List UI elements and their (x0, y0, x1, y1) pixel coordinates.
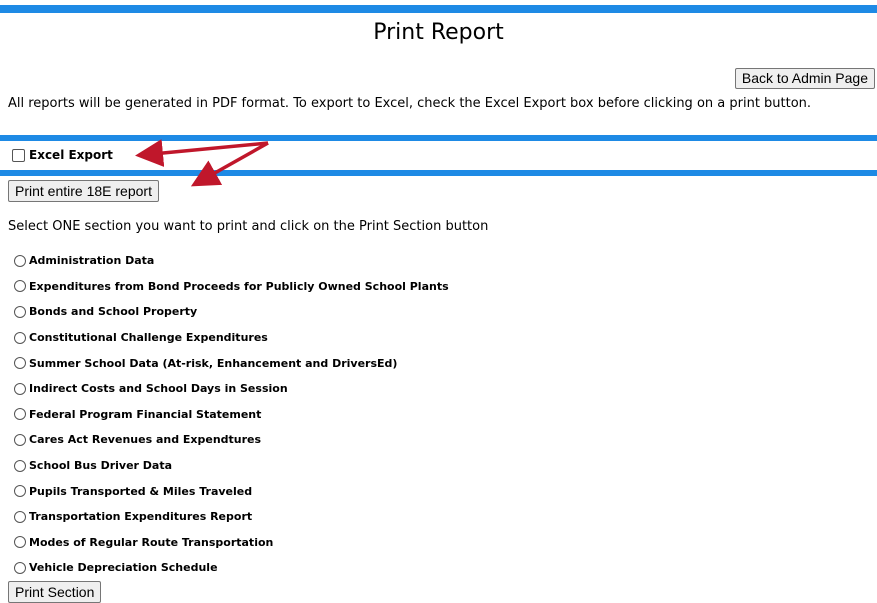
section-label: School Bus Driver Data (29, 459, 173, 473)
radio-button[interactable] (14, 536, 26, 549)
section-radio-item[interactable]: Expenditures from Bond Proceeds for Publ… (14, 274, 449, 300)
page-title: Print Report (373, 20, 504, 45)
section-label: Summer School Data (At-risk, Enhancement… (29, 356, 398, 370)
radio-button[interactable] (14, 357, 26, 370)
section-radio-item[interactable]: Bonds and School Property (14, 299, 449, 325)
radio-button[interactable] (14, 433, 26, 446)
section-radio-item[interactable]: Summer School Data (At-risk, Enhancement… (14, 350, 449, 376)
section-label: Indirect Costs and School Days in Sessio… (29, 382, 288, 396)
excel-export-row: Excel Export (12, 148, 113, 162)
section-radio-item[interactable]: Pupils Transported & Miles Traveled (14, 478, 449, 504)
section-radio-item[interactable]: Indirect Costs and School Days in Sessio… (14, 376, 449, 402)
section-label: Modes of Regular Route Transportation (29, 535, 274, 549)
radio-button[interactable] (14, 561, 26, 574)
section-radio-item[interactable]: Administration Data (14, 248, 449, 274)
section-label: Federal Program Financial Statement (29, 407, 262, 421)
radio-button[interactable] (14, 485, 26, 498)
excel-export-checkbox[interactable] (12, 148, 25, 162)
excel-export-label: Excel Export (29, 148, 113, 162)
section-radio-item[interactable]: Federal Program Financial Statement (14, 402, 449, 428)
radio-button[interactable] (14, 459, 26, 472)
section-radio-item[interactable]: School Bus Driver Data (14, 453, 449, 479)
section-label: Cares Act Revenues and Expendtures (29, 433, 262, 447)
section-instruction: Select ONE section you want to print and… (8, 219, 489, 234)
back-to-admin-button[interactable]: Back to Admin Page (734, 68, 875, 89)
annotation-arrow-to-excel (135, 139, 269, 167)
excel-band-bottom (0, 170, 877, 176)
print-section-button[interactable]: Print Section (8, 581, 102, 603)
section-label: Vehicle Depreciation Schedule (29, 561, 218, 575)
section-label: Administration Data (29, 254, 155, 268)
section-label: Constitutional Challenge Expenditures (29, 331, 268, 345)
annotation-arrow-to-print-all (190, 141, 269, 187)
radio-button[interactable] (14, 408, 26, 421)
section-label: Pupils Transported & Miles Traveled (29, 484, 253, 498)
top-accent-bar (0, 5, 877, 13)
section-radio-item[interactable]: Cares Act Revenues and Expendtures (14, 427, 449, 453)
section-label: Transportation Expenditures Report (29, 510, 253, 524)
section-radio-item[interactable]: Constitutional Challenge Expenditures (14, 325, 449, 351)
radio-button[interactable] (14, 382, 26, 395)
radio-button[interactable] (14, 254, 26, 267)
section-radio-item[interactable]: Modes of Regular Route Transportation (14, 530, 449, 556)
excel-band-top (0, 135, 877, 141)
print-entire-report-button[interactable]: Print entire 18E report (8, 180, 159, 202)
radio-button[interactable] (14, 331, 26, 344)
radio-button[interactable] (14, 280, 26, 293)
section-label: Expenditures from Bond Proceeds for Publ… (29, 279, 449, 293)
section-label: Bonds and School Property (29, 305, 198, 319)
radio-button[interactable] (14, 510, 26, 523)
section-radio-list: Administration Data Expenditures from Bo… (14, 248, 449, 581)
section-radio-item[interactable]: Vehicle Depreciation Schedule (14, 555, 449, 581)
radio-button[interactable] (14, 305, 26, 318)
section-radio-item[interactable]: Transportation Expenditures Report (14, 504, 449, 530)
intro-text: All reports will be generated in PDF for… (8, 96, 812, 111)
